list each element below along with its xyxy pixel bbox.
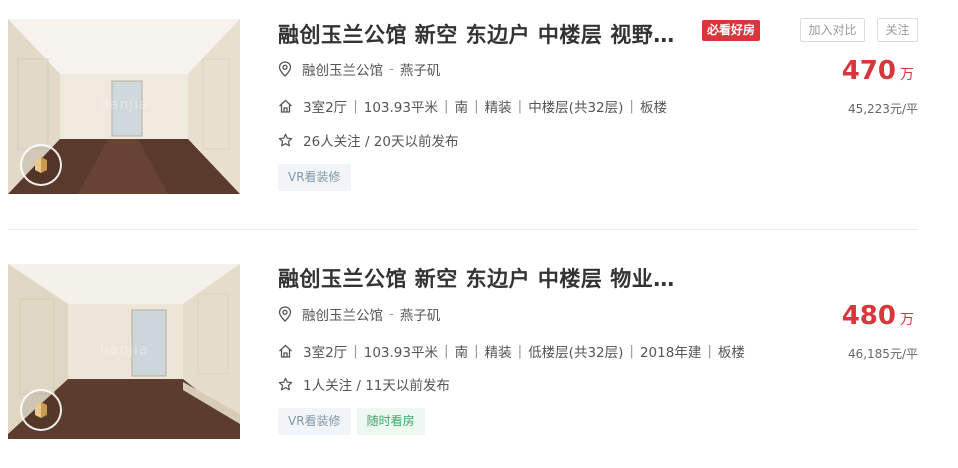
house-icon xyxy=(279,344,292,358)
house-info-row: 3室2厅 | 103.93平米 | 南 | 精装 | 中楼层(共32层) | 板… xyxy=(278,96,667,116)
listing-title[interactable]: 融创玉兰公馆 新空 东边户 中楼层 物业… xyxy=(278,263,675,293)
orientation-info: 南 xyxy=(454,100,469,116)
star-icon xyxy=(278,133,293,146)
total-price: 480 万 xyxy=(842,301,914,331)
location-separator: - xyxy=(389,306,394,322)
unit-price: 46,185元/平 xyxy=(847,347,918,361)
layout-info: 3室2厅 xyxy=(303,100,348,116)
must-see-badge: 必看好房 xyxy=(702,20,761,41)
view-anytime-tag: 随时看房 xyxy=(356,408,425,435)
listing-photo[interactable]: lianjia xyxy=(8,19,240,194)
follow-info-row: 1人关注 / 11天以前发布 xyxy=(278,374,450,394)
vr-icon[interactable] xyxy=(20,389,62,431)
area-link[interactable]: 燕子矶 xyxy=(400,59,441,79)
listing-card[interactable]: lianjia 融创玉兰公馆 新空 东边户 中楼层 物业… 融创玉兰公馆 - 燕… xyxy=(0,244,958,468)
price-value: 480 xyxy=(841,301,896,331)
location-row: 融创玉兰公馆 - 燕子矶 xyxy=(278,304,440,324)
divider xyxy=(8,229,918,230)
watermark: lianjia xyxy=(100,342,149,358)
price-unit: 万 xyxy=(900,67,914,83)
vr-icon[interactable] xyxy=(20,144,62,186)
tag-list: VR看装修 随时看房 xyxy=(278,408,425,435)
unit-price: 45,223元/平 xyxy=(847,102,918,116)
total-price: 470 万 xyxy=(842,56,914,86)
watermark: lianjia xyxy=(100,97,149,113)
listing-card[interactable]: lianjia 融创玉兰公馆 新空 东边户 中楼层 视野… 必看好房 加入对比 … xyxy=(0,0,958,228)
location-row: 融创玉兰公馆 - 燕子矶 xyxy=(278,59,440,79)
follow-info-row: 26人关注 / 20天以前发布 xyxy=(278,130,459,150)
add-compare-button[interactable]: 加入对比 xyxy=(800,18,865,42)
floor-info: 中楼层(共32层) xyxy=(528,100,624,116)
decoration-info: 精装 xyxy=(484,345,512,361)
building-type-info: 板楼 xyxy=(717,345,745,361)
follow-info: 1人关注 / 11天以前发布 xyxy=(303,378,450,394)
vr-tag: VR看装修 xyxy=(278,408,351,435)
listing-title[interactable]: 融创玉兰公馆 新空 东边户 中楼层 视野… xyxy=(278,19,675,49)
building-type-info: 板楼 xyxy=(639,100,667,116)
price-unit: 万 xyxy=(900,312,914,328)
follow-button[interactable]: 关注 xyxy=(877,18,918,42)
location-pin-icon xyxy=(278,61,292,77)
layout-info: 3室2厅 xyxy=(303,345,348,361)
vr-tag: VR看装修 xyxy=(278,164,351,191)
house-icon xyxy=(279,99,292,113)
star-icon xyxy=(278,377,293,390)
area-link[interactable]: 燕子矶 xyxy=(400,304,441,324)
listing-photo[interactable]: lianjia xyxy=(8,264,240,439)
build-year-info: 2018年建 xyxy=(639,345,702,361)
tag-list: VR看装修 xyxy=(278,164,351,191)
orientation-info: 南 xyxy=(454,345,469,361)
community-link[interactable]: 融创玉兰公馆 xyxy=(302,304,383,324)
house-info-row: 3室2厅 | 103.93平米 | 南 | 精装 | 低楼层(共32层) | 2… xyxy=(278,341,745,361)
community-link[interactable]: 融创玉兰公馆 xyxy=(302,59,383,79)
decoration-info: 精装 xyxy=(484,100,512,116)
size-info: 103.93平米 xyxy=(363,100,438,116)
size-info: 103.93平米 xyxy=(363,345,438,361)
location-separator: - xyxy=(389,61,394,77)
floor-info: 低楼层(共32层) xyxy=(528,345,624,361)
follow-info: 26人关注 / 20天以前发布 xyxy=(303,134,459,150)
location-pin-icon xyxy=(278,306,292,322)
price-value: 470 xyxy=(841,56,896,86)
